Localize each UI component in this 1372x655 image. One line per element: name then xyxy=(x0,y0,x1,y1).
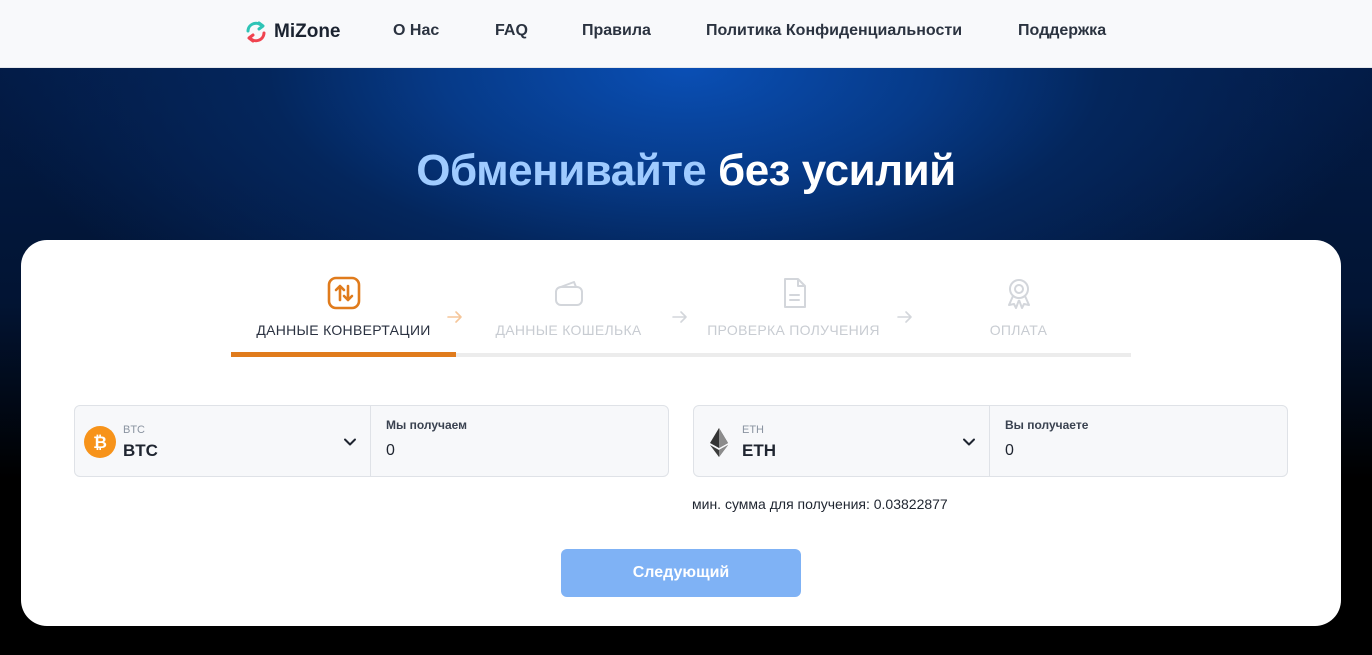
step-conversion[interactable]: ДАННЫЕ КОНВЕРТАЦИИ xyxy=(231,276,456,338)
document-icon xyxy=(783,278,806,308)
swap-arrows-icon xyxy=(327,276,360,310)
receive-currency-select[interactable]: ETH ETH xyxy=(694,406,990,476)
wallet-icon xyxy=(554,281,583,306)
hero-title: Обменивайте без усилий xyxy=(0,146,1372,196)
send-currency-name: BTC xyxy=(123,441,158,460)
chevron-down-icon xyxy=(344,438,356,446)
min-amount-note: мин. сумма для получения: 0.03822877 xyxy=(692,496,948,512)
step-verification[interactable]: ПРОВЕРКА ПОЛУЧЕНИЯ xyxy=(681,276,906,338)
send-amount-label: Мы получаем xyxy=(386,418,468,432)
ethereum-icon xyxy=(710,428,728,457)
nav-support[interactable]: Поддержка xyxy=(1018,22,1106,40)
nav-about[interactable]: О Нас xyxy=(393,22,439,40)
receive-exchange-box: ETH ETH Вы получаете xyxy=(693,405,1288,477)
nav-privacy[interactable]: Политика Конфиденциальности xyxy=(706,22,962,40)
award-icon xyxy=(1007,279,1030,309)
step-payment[interactable]: ОПЛАТА xyxy=(906,276,1131,338)
top-navbar: MiZone О Нас FAQ Правила Политика Конфид… xyxy=(0,0,1372,68)
step-label: ОПЛАТА xyxy=(989,322,1048,338)
send-amount-input[interactable] xyxy=(386,438,656,464)
send-exchange-box: ₿ BTC BTC Мы получаем xyxy=(74,405,669,477)
step-wallet[interactable]: ДАННЫЕ КОШЕЛЬКА xyxy=(456,276,681,338)
exchange-card: ДАННЫЕ КОНВЕРТАЦИИ ДАННЫЕ КОШЕЛЬКА ПРОВЕ… xyxy=(21,240,1341,626)
nav-rules[interactable]: Правила xyxy=(582,22,651,40)
step-label: ПРОВЕРКА ПОЛУЧЕНИЯ xyxy=(707,322,880,338)
next-button[interactable]: Следующий xyxy=(561,549,801,597)
receive-amount-label: Вы получаете xyxy=(1005,418,1089,432)
logo-icon xyxy=(246,21,266,43)
bitcoin-icon: ₿ xyxy=(84,426,116,458)
receive-amount-input[interactable] xyxy=(1005,438,1275,464)
receive-currency-code: ETH xyxy=(742,424,764,436)
svg-text:₿: ₿ xyxy=(93,433,107,453)
chevron-down-icon xyxy=(963,438,975,446)
logo-text: MiZone xyxy=(274,21,341,42)
send-currency-code: BTC xyxy=(123,424,145,436)
hero-title-rest: без усилий xyxy=(718,146,956,195)
receive-currency-name: ETH xyxy=(742,441,776,460)
step-label: ДАННЫЕ КОНВЕРТАЦИИ xyxy=(256,322,431,338)
logo[interactable]: MiZone xyxy=(244,19,341,45)
steps-progress-active xyxy=(231,352,456,357)
step-label: ДАННЫЕ КОШЕЛЬКА xyxy=(495,322,642,338)
hero-title-accent: Обменивайте xyxy=(416,146,707,195)
nav-faq[interactable]: FAQ xyxy=(495,22,528,40)
send-currency-select[interactable]: ₿ BTC BTC xyxy=(75,406,371,476)
